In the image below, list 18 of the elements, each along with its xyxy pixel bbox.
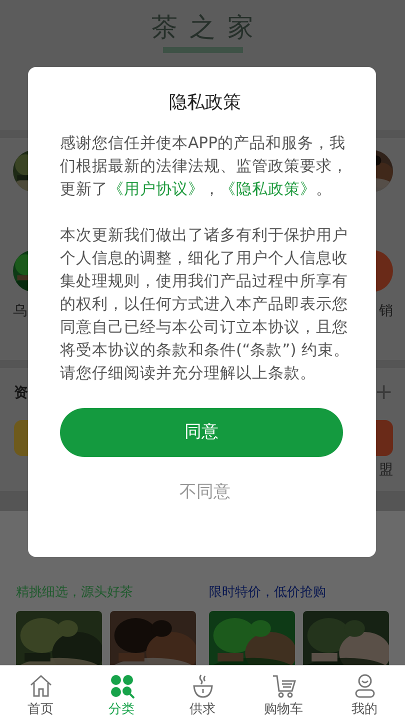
tab-button[interactable]: 分类 (81, 666, 162, 720)
disagree-button[interactable]: 不同意 (174, 479, 236, 506)
shortcut-label: 盟 (379, 461, 393, 480)
policy-text: 本次更新我们做出了诸多有利于保护用户个人信息的调整，细化了用户个人信息收集处理规则，使用我们产品过程中所享有的权利，以任何方式进入本产品即表示您同意自己已经与本公司订立本协议，且您将受本协议的条款和条件(“条款”) 约束。请您仔细阅读并充分理解以上条款。 (60, 225, 350, 384)
tab-button[interactable]: 供求 (162, 666, 243, 720)
tab-button[interactable]: 我的 (324, 666, 405, 720)
policy-link[interactable]: 《隐私政策》 (220, 180, 316, 198)
tab-button[interactable]: 首页 (0, 666, 81, 720)
dialog-title: 隐私政策 (168, 91, 242, 115)
section-subtitle: 精挑细选，源头好茶 (16, 584, 134, 602)
section-title: 资 (14, 384, 28, 402)
section-subtitle: 限时特价，低价抢购 (209, 584, 327, 602)
category-label: 销 (379, 304, 393, 318)
agree-button[interactable]: 同意 (60, 408, 343, 457)
tab-button[interactable]: 购物车 (243, 666, 324, 720)
policy-link[interactable]: 《用户协议》 (108, 180, 204, 198)
category-label: 乌 (13, 304, 27, 318)
policy-text: 感谢您信任并使本APP的产品和服务，我们根据最新的法律法规、监管政策要求，更新了《用户协议》，《隐私政策》。 (60, 133, 349, 200)
